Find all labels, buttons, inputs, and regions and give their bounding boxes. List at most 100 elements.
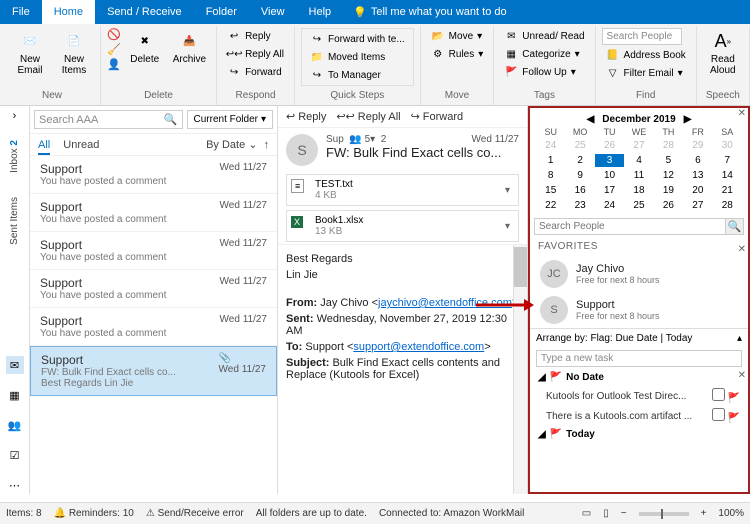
flag-icon[interactable]: 🚩	[728, 393, 740, 404]
attachment[interactable]: ≡ TEST.txt4 KB ▾	[286, 174, 519, 206]
forward-button[interactable]: ↪Forward	[223, 64, 288, 80]
prev-month-icon[interactable]: ◀	[587, 114, 595, 125]
cal-day[interactable]: 25	[565, 139, 594, 152]
unread-button[interactable]: ✉Unread/ Read	[500, 28, 588, 44]
favorite-person[interactable]: S SupportFree for next 8 hours	[530, 292, 748, 328]
cal-day[interactable]: 25	[624, 199, 653, 212]
attachment[interactable]: X Book1.xlsx13 KB ▾	[286, 210, 519, 242]
sort-direction-icon[interactable]: ↑	[264, 139, 270, 151]
cal-day[interactable]: 27	[683, 199, 712, 212]
status-error[interactable]: ⚠ Send/Receive error	[146, 508, 244, 519]
ignore-icon[interactable]: 🚫	[107, 28, 121, 41]
calendar-grid[interactable]: SUMOTUWETHFRSA24252627282930123456789101…	[536, 127, 742, 212]
search-input[interactable]: Search AAA🔍	[34, 110, 183, 129]
reply-all-button[interactable]: ↩↩Reply All	[223, 46, 288, 62]
tasks-nav-icon[interactable]: ☑	[6, 446, 24, 464]
cal-day[interactable]: 1	[536, 154, 565, 167]
cal-day[interactable]: 4	[624, 154, 653, 167]
task-item[interactable]: Kutools for Outlook Test Direc... 🚩	[530, 386, 748, 406]
people-search-input[interactable]	[535, 219, 725, 234]
task-item[interactable]: There is a Kutools.com artifact ... 🚩	[530, 406, 748, 426]
flag-icon[interactable]: 🚩	[728, 413, 740, 424]
tab-send-receive[interactable]: Send / Receive	[95, 0, 194, 24]
cal-day[interactable]: 16	[565, 184, 594, 197]
cal-day[interactable]: 26	[595, 139, 624, 152]
cal-day[interactable]: 2	[565, 154, 594, 167]
close-icon[interactable]: ✕	[738, 108, 746, 119]
message-item[interactable]: Support FW: Bulk Find Exact cells co... …	[30, 346, 277, 396]
cal-day[interactable]: 10	[595, 169, 624, 182]
nav-sent[interactable]: Sent Items	[9, 191, 20, 251]
cal-day[interactable]: 17	[595, 184, 624, 197]
cal-day[interactable]: 24	[536, 139, 565, 152]
qs-forward[interactable]: ↪Forward with te...	[306, 31, 409, 47]
junk-icon[interactable]: 👤	[107, 58, 121, 71]
followup-button[interactable]: 🚩Follow Up▾	[500, 64, 588, 80]
archive-button[interactable]: 📥Archive	[169, 28, 210, 67]
zoom-out-icon[interactable]: −	[621, 508, 627, 519]
people-nav-icon[interactable]: 👥	[6, 416, 24, 434]
nav-inbox[interactable]: Inbox 2	[9, 134, 20, 179]
address-book-button[interactable]: 📒Address Book	[602, 47, 690, 63]
tasks-header[interactable]: Arrange by: Flag: Due Date | Today ▴	[530, 328, 748, 348]
task-group[interactable]: ◢🚩 Today	[530, 426, 748, 443]
cal-day[interactable]: 7	[713, 154, 742, 167]
rules-button[interactable]: ⚙Rules▾	[427, 46, 488, 62]
message-item[interactable]: Support You have posted a comment Wed 11…	[30, 194, 277, 232]
to-email-link[interactable]: support@extendoffice.com	[353, 341, 484, 353]
tab-folder[interactable]: Folder	[194, 0, 249, 24]
cal-day[interactable]: 21	[713, 184, 742, 197]
close-icon[interactable]: ✕	[738, 370, 746, 381]
chevron-down-icon[interactable]: ▾	[501, 185, 514, 196]
read-reply[interactable]: ↩Reply	[286, 110, 326, 123]
reply-button[interactable]: ↩Reply	[223, 28, 288, 44]
cal-day[interactable]: 11	[624, 169, 653, 182]
cal-day[interactable]: 22	[536, 199, 565, 212]
mail-nav-icon[interactable]: ✉	[6, 356, 24, 374]
expand-icon[interactable]: ›	[13, 110, 17, 122]
cal-day[interactable]: 23	[565, 199, 594, 212]
cal-day[interactable]: 15	[536, 184, 565, 197]
cal-day[interactable]: 3	[595, 154, 624, 167]
read-forward[interactable]: ↪Forward	[411, 110, 464, 123]
zoom-in-icon[interactable]: +	[701, 508, 707, 519]
filter-unread[interactable]: Unread	[63, 139, 99, 151]
cal-day[interactable]: 28	[654, 139, 683, 152]
message-item[interactable]: Support You have posted a comment Wed 11…	[30, 156, 277, 194]
sort-button[interactable]: By Date ⌄	[206, 138, 257, 151]
tab-home[interactable]: Home	[42, 0, 95, 24]
from-email-link[interactable]: jaychivo@extendoffice.com	[378, 297, 512, 309]
cal-day[interactable]: 19	[654, 184, 683, 197]
tell-me[interactable]: 💡 Tell me what you want to do	[343, 0, 516, 24]
more-nav-icon[interactable]: ⋯	[6, 476, 24, 494]
calendar-nav-icon[interactable]: ▦	[6, 386, 24, 404]
recipients-icon[interactable]: 👥 5▾	[349, 134, 375, 145]
cal-day[interactable]: 27	[624, 139, 653, 152]
chevron-up-icon[interactable]: ▴	[737, 333, 742, 344]
tab-view[interactable]: View	[249, 0, 297, 24]
task-checkbox[interactable]	[712, 388, 725, 401]
view-reading-icon[interactable]: ▯	[603, 508, 609, 519]
next-month-icon[interactable]: ▶	[684, 114, 692, 125]
cal-day[interactable]: 14	[713, 169, 742, 182]
cal-day[interactable]: 28	[713, 199, 742, 212]
view-normal-icon[interactable]: ▭	[582, 508, 591, 519]
tab-file[interactable]: File	[0, 0, 42, 24]
new-task-input[interactable]: Type a new task	[536, 350, 742, 367]
task-group[interactable]: ◢🚩 No Date	[530, 369, 748, 386]
cal-day[interactable]: 8	[536, 169, 565, 182]
search-people-input[interactable]: Search People	[602, 28, 682, 45]
cal-day[interactable]: 26	[654, 199, 683, 212]
cal-day[interactable]: 5	[654, 154, 683, 167]
cal-day[interactable]: 24	[595, 199, 624, 212]
read-aloud-button[interactable]: A»Read Aloud	[703, 28, 743, 78]
cal-day[interactable]: 18	[624, 184, 653, 197]
cal-day[interactable]: 9	[565, 169, 594, 182]
filter-email-button[interactable]: ▽Filter Email▾	[602, 65, 690, 81]
tab-help[interactable]: Help	[297, 0, 344, 24]
cleanup-icon[interactable]: 🧹	[107, 43, 121, 56]
status-reminders[interactable]: 🔔 Reminders: 10	[54, 508, 134, 519]
people-search[interactable]: 🔍	[534, 218, 744, 235]
new-items-button[interactable]: 📄New Items	[54, 28, 94, 78]
move-button[interactable]: 📂Move▾	[427, 28, 488, 44]
